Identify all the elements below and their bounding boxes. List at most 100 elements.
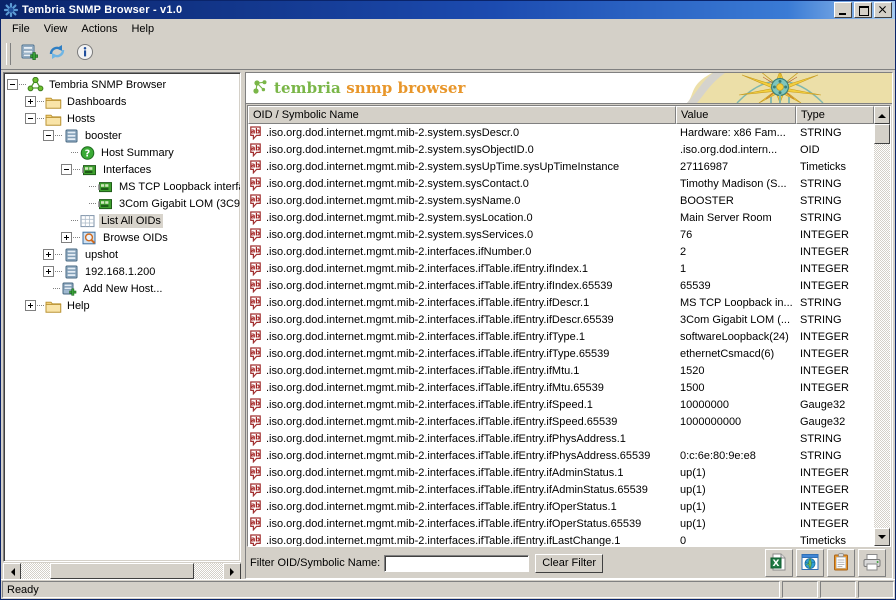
minimize-button[interactable] <box>834 2 852 18</box>
export-html-button[interactable] <box>796 549 824 577</box>
svg-text:ab: ab <box>251 229 260 237</box>
expand-plus-icon[interactable] <box>61 232 72 243</box>
table-row[interactable]: ab .iso.org.dod.internet.mgmt.mib-2.inter… <box>248 532 874 546</box>
table-row[interactable]: ab .iso.org.dod.internet.mgmt.mib-2.inter… <box>248 481 874 498</box>
table-row[interactable]: ab .iso.org.dod.internet.mgmt.mib-2.inter… <box>248 464 874 481</box>
scroll-up-arrow[interactable] <box>874 106 890 124</box>
cell-type: INTEGER <box>800 466 849 479</box>
info-button[interactable] <box>71 40 98 67</box>
add-host-button[interactable] <box>15 40 42 67</box>
table-row[interactable]: ab .iso.org.dod.internet.mgmt.mib-2.inter… <box>248 413 874 430</box>
table-row[interactable]: ab .iso.org.dod.internet.mgmt.mib-2.syste… <box>248 124 874 141</box>
menu-file[interactable]: File <box>5 21 37 37</box>
scroll-thumb-vertical[interactable] <box>874 124 890 144</box>
tree-horizontal-scrollbar[interactable] <box>3 563 241 581</box>
expand-plus-icon[interactable] <box>25 300 36 311</box>
table-row[interactable]: ab .iso.org.dod.internet.mgmt.mib-2.inter… <box>248 430 874 447</box>
ab-string-icon: ab <box>250 465 263 480</box>
column-header-oid[interactable]: OID / Symbolic Name <box>248 106 676 124</box>
clipboard-icon <box>831 552 851 575</box>
status-message: Ready <box>2 581 780 598</box>
menu-help[interactable]: Help <box>124 21 161 37</box>
table-row[interactable]: ab .iso.org.dod.internet.mgmt.mib-2.inter… <box>248 447 874 464</box>
info-icon <box>75 42 95 65</box>
collapse-minus-icon[interactable] <box>25 113 36 124</box>
table-row[interactable]: ab .iso.org.dod.internet.mgmt.mib-2.syste… <box>248 192 874 209</box>
svg-text:ab: ab <box>251 195 260 203</box>
filter-input[interactable] <box>384 554 530 572</box>
tree-item-booster[interactable]: booster <box>7 127 240 144</box>
close-button[interactable] <box>874 2 892 18</box>
tree-item-192-168-1-200[interactable]: 192.168.1.200 <box>7 263 240 280</box>
table-row[interactable]: ab .iso.org.dod.internet.mgmt.mib-2.syste… <box>248 158 874 175</box>
table-row[interactable]: ab .iso.org.dod.internet.mgmt.mib-2.inter… <box>248 379 874 396</box>
table-row[interactable]: ab .iso.org.dod.internet.mgmt.mib-2.inter… <box>248 328 874 345</box>
table-row[interactable]: ab .iso.org.dod.internet.mgmt.mib-2.syste… <box>248 209 874 226</box>
table-row[interactable]: ab .iso.org.dod.internet.mgmt.mib-2.inter… <box>248 294 874 311</box>
table-row[interactable]: ab .iso.org.dod.internet.mgmt.mib-2.inter… <box>248 498 874 515</box>
table-row[interactable]: ab .iso.org.dod.internet.mgmt.mib-2.inter… <box>248 362 874 379</box>
cell-oid-text: .iso.org.dod.internet.mgmt.mib-2.system.… <box>266 194 521 207</box>
tree-view[interactable]: Tembria SNMP Browser Dashboards Hosts boost… <box>3 72 241 562</box>
menu-view[interactable]: View <box>37 21 75 37</box>
collapse-minus-icon[interactable] <box>61 164 72 175</box>
cell-oid-text: .iso.org.dod.internet.mgmt.mib-2.interfa… <box>266 517 642 530</box>
table-row[interactable]: ab .iso.org.dod.internet.mgmt.mib-2.syste… <box>248 141 874 158</box>
scroll-trough-left[interactable] <box>21 563 50 579</box>
tree-connector <box>55 135 63 136</box>
collapse-minus-icon[interactable] <box>43 130 54 141</box>
grid-vertical-scrollbar[interactable] <box>874 106 890 546</box>
cell-oid: ab .iso.org.dod.internet.mgmt.mib-2.inter… <box>248 414 676 429</box>
magnifier-icon <box>81 230 98 246</box>
scroll-trough-vertical[interactable] <box>874 144 890 528</box>
tree-item-list-all-oids[interactable]: List All OIDs <box>7 212 240 229</box>
table-row[interactable]: ab .iso.org.dod.internet.mgmt.mib-2.inter… <box>248 515 874 532</box>
menu-actions[interactable]: Actions <box>74 21 124 37</box>
toolbar-grip[interactable] <box>6 42 11 65</box>
cell-oid: ab .iso.org.dod.internet.mgmt.mib-2.syste… <box>248 193 676 208</box>
scroll-down-arrow[interactable] <box>874 528 890 546</box>
column-header-value[interactable]: Value <box>676 106 796 124</box>
table-row[interactable]: ab .iso.org.dod.internet.mgmt.mib-2.inter… <box>248 243 874 260</box>
tree-item-tembria-snmp-browser[interactable]: Tembria SNMP Browser <box>7 76 240 93</box>
tree-item-upshot[interactable]: upshot <box>7 246 240 263</box>
table-row[interactable]: ab .iso.org.dod.internet.mgmt.mib-2.inter… <box>248 260 874 277</box>
expand-plus-icon[interactable] <box>25 96 36 107</box>
cell-type: Gauge32 <box>800 398 846 411</box>
tree-item-3com-gigabit-lom-3c940[interactable]: 3Com Gigabit LOM (3C940) <box>7 195 240 212</box>
expand-plus-icon[interactable] <box>43 266 54 277</box>
copy-clipboard-button[interactable] <box>827 549 855 577</box>
tree-item-interfaces[interactable]: Interfaces <box>7 161 240 178</box>
table-row[interactable]: ab .iso.org.dod.internet.mgmt.mib-2.inter… <box>248 311 874 328</box>
table-row[interactable]: ab .iso.org.dod.internet.mgmt.mib-2.inter… <box>248 345 874 362</box>
tree-item-ms-tcp-loopback-interface[interactable]: MS TCP Loopback interface <box>7 178 240 195</box>
tree-item-label: Host Summary <box>101 146 174 159</box>
tree-item-dashboards[interactable]: Dashboards <box>7 93 240 110</box>
collapse-minus-icon[interactable] <box>7 79 18 90</box>
tree-item-host-summary[interactable]: ? Host Summary <box>7 144 240 161</box>
column-header-type[interactable]: Type <box>796 106 874 124</box>
table-row[interactable]: ab .iso.org.dod.internet.mgmt.mib-2.syste… <box>248 175 874 192</box>
tree-item-browse-oids[interactable]: Browse OIDs <box>7 229 240 246</box>
refresh-button[interactable] <box>43 40 70 67</box>
svg-text:ab: ab <box>251 535 260 543</box>
scroll-trough-right[interactable] <box>194 563 223 579</box>
cell-value: 2 <box>680 245 687 258</box>
maximize-button[interactable] <box>854 2 872 18</box>
table-row[interactable]: ab .iso.org.dod.internet.mgmt.mib-2.syste… <box>248 226 874 243</box>
excel-icon: X <box>769 552 789 575</box>
table-row[interactable]: ab .iso.org.dod.internet.mgmt.mib-2.inter… <box>248 396 874 413</box>
tembria-leaf-icon <box>252 79 270 97</box>
expand-plus-icon[interactable] <box>43 249 54 260</box>
tree-item-hosts[interactable]: Hosts <box>7 110 240 127</box>
export-excel-button[interactable]: X <box>765 549 793 577</box>
clear-filter-button[interactable]: Clear Filter <box>535 553 603 573</box>
print-button[interactable] <box>858 549 886 577</box>
tree-item-add-new-host[interactable]: Add New Host... <box>7 280 240 297</box>
table-row[interactable]: ab .iso.org.dod.internet.mgmt.mib-2.inter… <box>248 277 874 294</box>
tree-item-help[interactable]: Help <box>7 297 240 314</box>
ab-string-icon: ab <box>250 431 263 446</box>
scroll-thumb[interactable] <box>50 563 194 579</box>
cell-type: INTEGER <box>800 330 849 343</box>
